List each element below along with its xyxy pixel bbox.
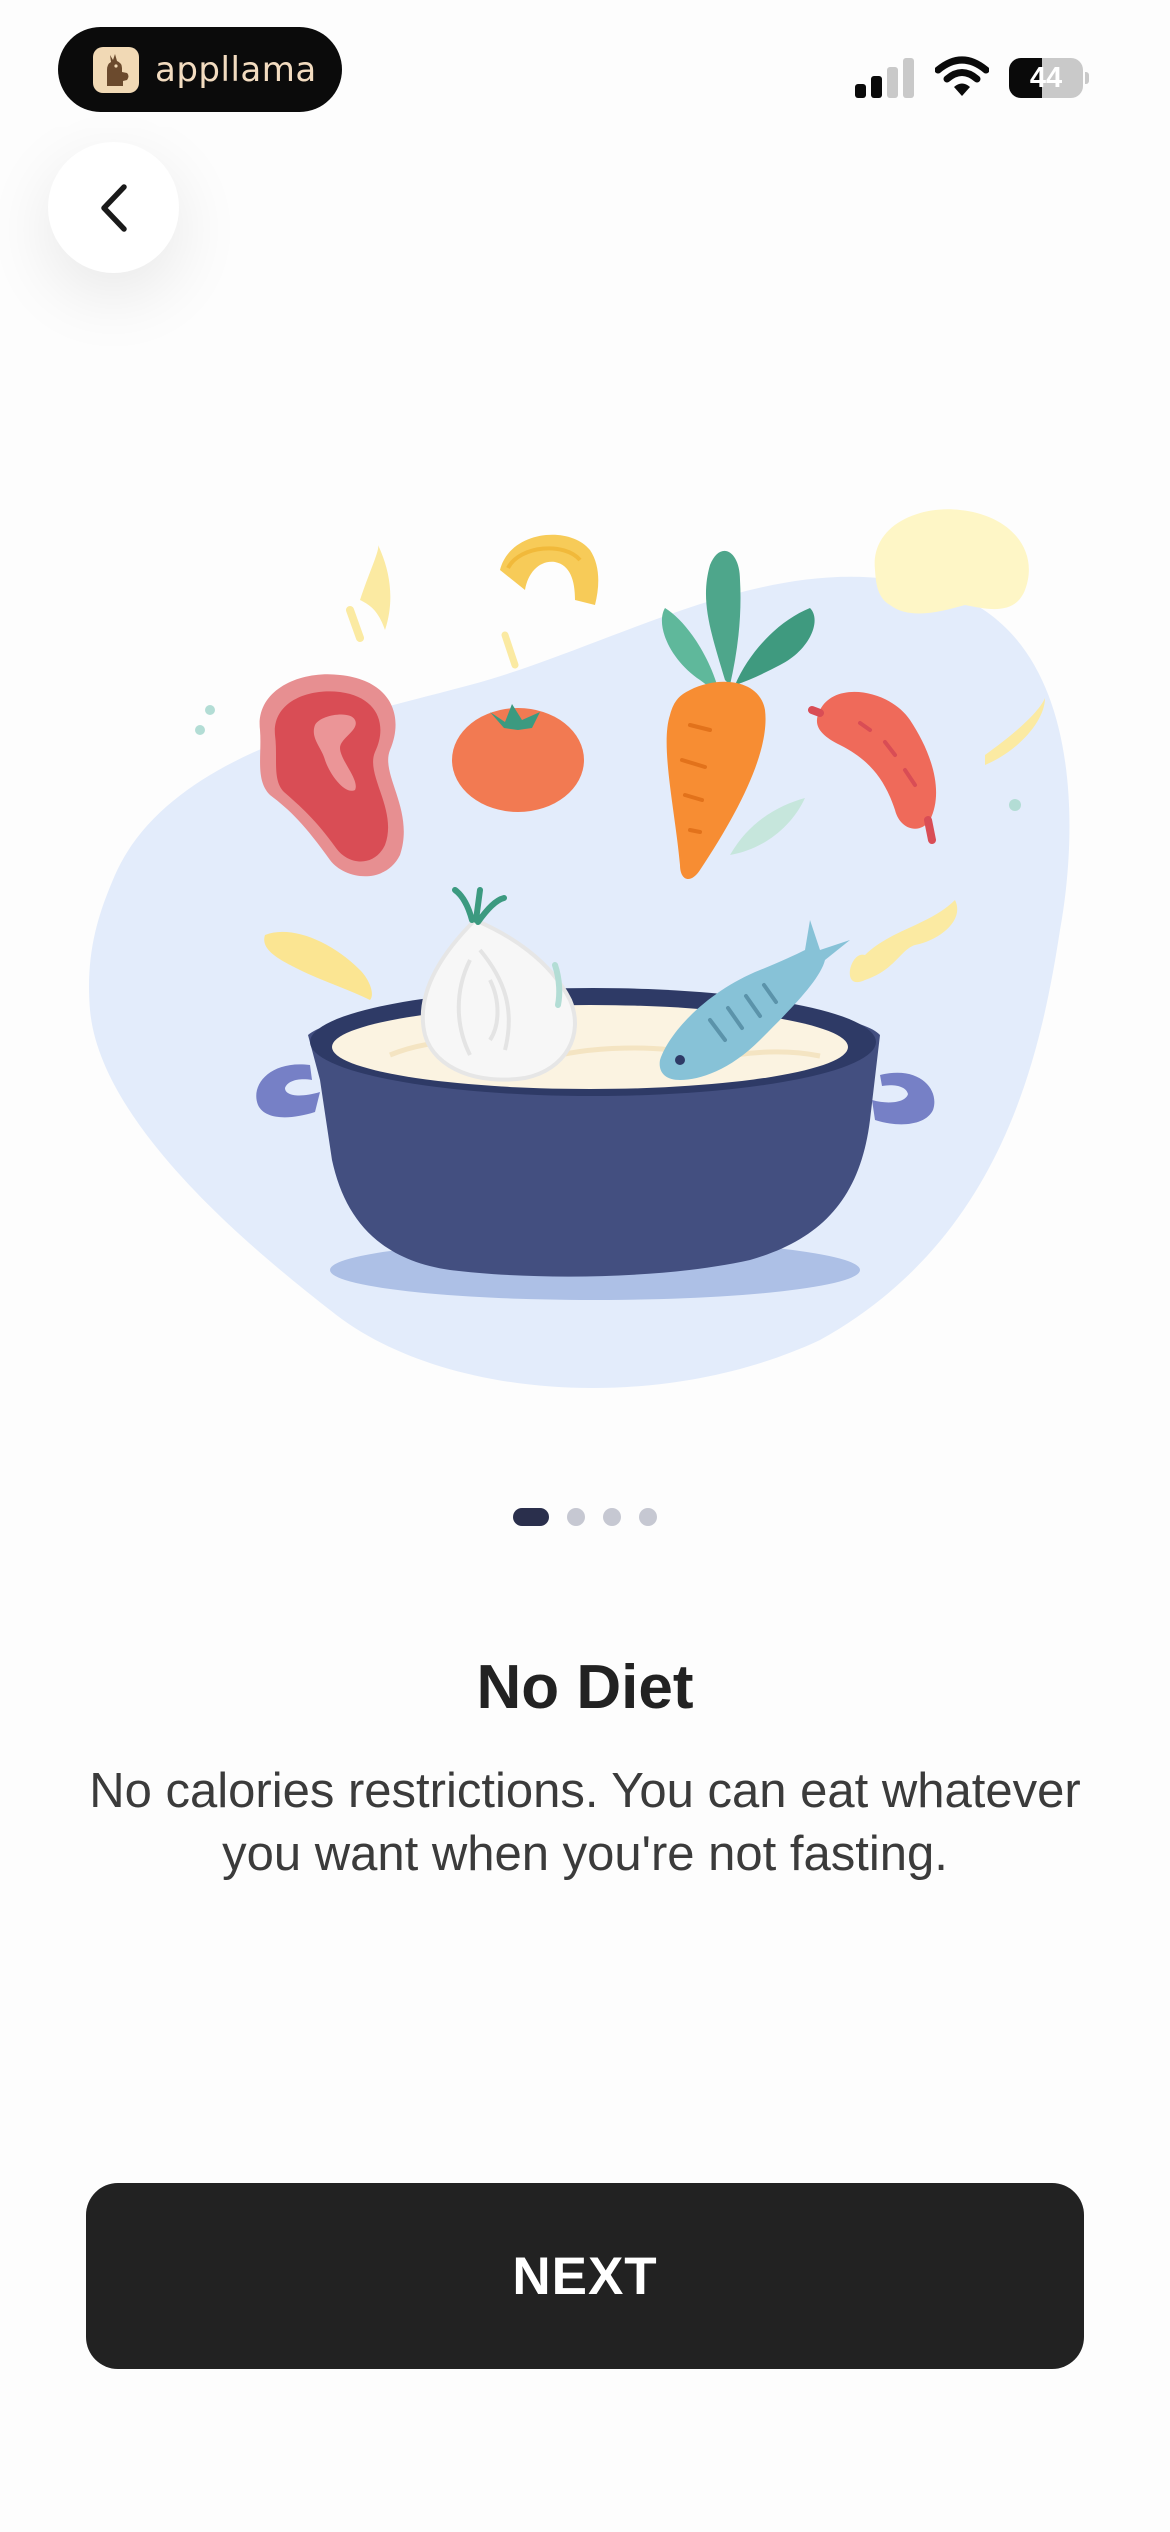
page-dot <box>567 1508 585 1526</box>
wifi-icon <box>935 56 989 96</box>
back-button[interactable] <box>48 142 179 273</box>
brand-name: appllama <box>155 49 317 90</box>
cellular-signal-icon <box>855 58 914 98</box>
page-indicator <box>0 1508 1170 1526</box>
page-description: No calories restrictions. You can eat wh… <box>89 1764 1081 1881</box>
yellow-splash <box>874 509 1029 614</box>
battery-icon: 44 <box>1009 58 1089 98</box>
page-dot <box>603 1508 621 1526</box>
page-dot <box>639 1508 657 1526</box>
next-button[interactable]: NEXT <box>86 2183 1084 2369</box>
battery-level: 44 <box>1029 62 1063 94</box>
page-dot-active <box>513 1508 549 1526</box>
chevron-left-icon <box>100 183 127 232</box>
cooking-pot-illustration <box>89 509 1070 1389</box>
llama-logo-icon <box>93 46 139 93</box>
pasta-piece <box>500 534 599 605</box>
page-title: No Diet <box>476 1653 694 1722</box>
appllama-badge: appllama <box>58 27 342 112</box>
